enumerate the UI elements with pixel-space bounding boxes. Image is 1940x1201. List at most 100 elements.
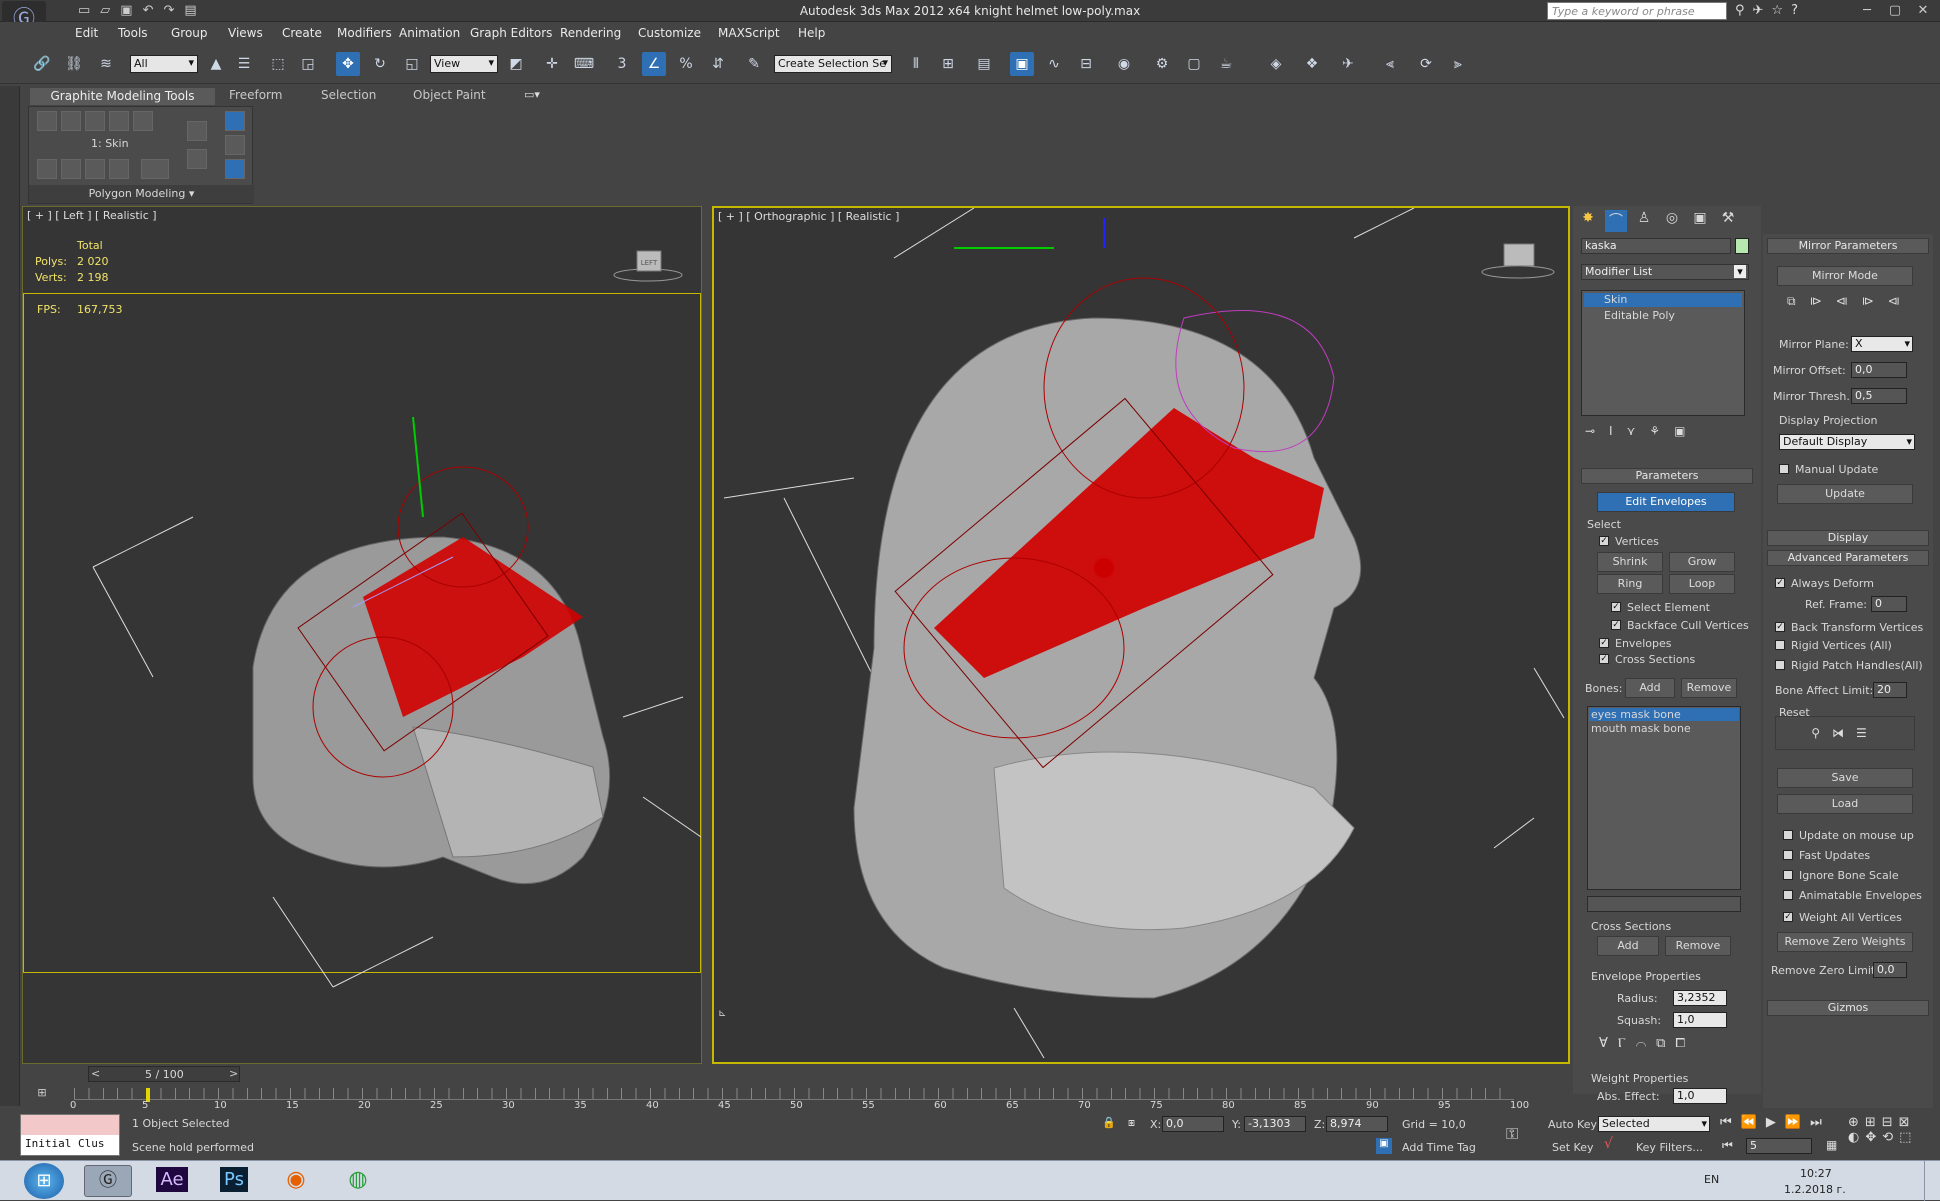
rigid-patch-checkbox[interactable] [1775, 660, 1785, 670]
select-move-icon[interactable]: ✥ [336, 52, 360, 76]
display-rollout-header[interactable]: Display [1767, 530, 1929, 546]
extra-tool-6-icon[interactable]: ⫸ [1446, 52, 1470, 76]
advanced-rollout-header[interactable]: Advanced Parameters [1767, 550, 1929, 566]
show-desktop-button[interactable] [1924, 1161, 1940, 1201]
create-tab-icon[interactable]: ✸ [1577, 210, 1599, 232]
bone-name-field[interactable] [1587, 896, 1741, 912]
save-button[interactable]: Save [1777, 768, 1913, 788]
unlink-icon[interactable]: ⛓ [62, 52, 86, 76]
menu-group[interactable]: Group [171, 26, 208, 40]
stack-item-editable-poly[interactable]: Editable Poly [1584, 309, 1742, 323]
time-prev-icon[interactable]: < [91, 1067, 100, 1080]
cross-sections-checkbox[interactable]: ✓ [1599, 654, 1609, 664]
squash-field[interactable]: 1,0 [1673, 1012, 1727, 1028]
weight-all-checkbox[interactable]: ✓ [1783, 912, 1793, 922]
ribbon-tool-12[interactable] [187, 149, 207, 169]
spinner-snap-icon[interactable]: ⇵ [706, 52, 730, 76]
mirror-mode-button[interactable]: Mirror Mode [1777, 266, 1913, 286]
ribbon-tool-9[interactable] [109, 159, 129, 179]
modifier-list-dropdown[interactable]: Modifier List ▾ [1581, 264, 1749, 280]
loop-button[interactable]: Loop [1669, 574, 1735, 594]
bone-affect-field[interactable]: 20 [1873, 682, 1907, 698]
current-frame-field[interactable]: 5 [1746, 1138, 1812, 1154]
ribbon-tool-5[interactable] [133, 111, 153, 131]
extra-tool-2-icon[interactable]: ❖ [1300, 52, 1324, 76]
infocenter-icons[interactable]: ⚲✈☆? [1735, 3, 1806, 18]
ribbon-tool-10[interactable] [141, 159, 169, 179]
keyboard-shortcut-icon[interactable]: ⌨ [572, 52, 596, 76]
taskbar-after-effects-icon[interactable]: Ae [148, 1165, 196, 1197]
x-coord-field[interactable]: 0,0 [1162, 1116, 1224, 1132]
left-scroll-strip[interactable] [0, 86, 20, 1106]
ring-button[interactable]: Ring [1597, 574, 1663, 594]
clock-date[interactable]: 1.2.2018 г. [1784, 1183, 1846, 1196]
tab-selection[interactable]: Selection [321, 88, 376, 102]
mirror-tools-icons[interactable]: ⧉⧐⧏⧐⧏ [1787, 294, 1914, 309]
edit-envelopes-button[interactable]: Edit Envelopes [1597, 492, 1735, 512]
remove-zero-weights-button[interactable]: Remove Zero Weights [1777, 932, 1913, 952]
taskbar-firefox-icon[interactable]: ◉ [272, 1165, 320, 1197]
ribbon-tool-4[interactable] [109, 111, 129, 131]
ribbon-tool-8[interactable] [85, 159, 105, 179]
select-manipulate-icon[interactable]: ✛ [540, 52, 564, 76]
mini-curve-toggle[interactable]: ⊞ [22, 1086, 62, 1108]
taskbar-photoshop-icon[interactable]: Ps [210, 1165, 258, 1197]
start-button-icon[interactable]: ⊞ [24, 1163, 64, 1199]
ribbon-tool-7[interactable] [61, 159, 81, 179]
radius-field[interactable]: 3,2352 [1673, 990, 1727, 1006]
pivot-icon[interactable]: ◩ [504, 52, 528, 76]
hierarchy-tab-icon[interactable]: ♙ [1633, 210, 1655, 232]
abs-effect-field[interactable]: 1,0 [1673, 1088, 1727, 1104]
mirror-params-header[interactable]: Mirror Parameters [1767, 238, 1929, 254]
menu-customize[interactable]: Customize [638, 26, 701, 40]
ribbon-tool-3[interactable] [85, 111, 105, 131]
load-button[interactable]: Load [1777, 794, 1913, 814]
rigid-vertices-checkbox[interactable] [1775, 640, 1785, 650]
display-tab-icon[interactable]: ▣ [1689, 210, 1711, 232]
extra-tool-1-icon[interactable]: ◈ [1264, 52, 1288, 76]
ribbon-tool-14[interactable] [225, 135, 245, 155]
menu-modifiers[interactable]: Modifiers [337, 26, 392, 40]
bind-spacewarp-icon[interactable]: ≋ [94, 52, 118, 76]
ref-frame-field[interactable]: 0 [1871, 596, 1907, 612]
key-mode-dropdown[interactable]: Selected ▾ [1598, 1116, 1710, 1132]
add-time-tag[interactable]: Add Time Tag [1402, 1141, 1476, 1154]
select-rotate-icon[interactable]: ↻ [368, 52, 392, 76]
back-transform-checkbox[interactable]: ✓ [1775, 622, 1785, 632]
time-slider[interactable]: < 5 / 100 > [88, 1066, 240, 1082]
menu-rendering[interactable]: Rendering [560, 26, 621, 40]
envelope-tools-icons[interactable]: ⱯⲄ⌒⧉⧠ [1599, 1036, 1695, 1051]
ribbon-tool-11[interactable] [187, 121, 207, 141]
polygon-modeling-dropdown[interactable]: Polygon Modeling ▾ [29, 185, 254, 203]
motion-tab-icon[interactable]: ◎ [1661, 210, 1683, 232]
named-selection-dropdown[interactable]: Create Selection Se [774, 55, 892, 73]
selection-filter-dropdown[interactable]: All [130, 55, 198, 73]
menu-tools[interactable]: Tools [118, 26, 148, 40]
auto-key-button[interactable]: Auto Key [1548, 1118, 1597, 1131]
absolute-mode-icon[interactable]: ⧆ [1128, 1116, 1135, 1130]
extra-tool-4-icon[interactable]: ⫷ [1378, 52, 1402, 76]
cs-add-button[interactable]: Add [1597, 936, 1659, 956]
mirror-offset-field[interactable]: 0,0 [1851, 362, 1907, 378]
menu-animation[interactable]: Animation [399, 26, 460, 40]
utilities-tab-icon[interactable]: ⚒ [1717, 210, 1739, 232]
graphite-toggle-icon[interactable]: ▣ [1010, 52, 1034, 76]
playback-controls[interactable]: ⏮⏪▶⏩⏭ [1720, 1115, 1831, 1130]
parameters-rollout-header[interactable]: Parameters [1581, 468, 1753, 484]
select-element-checkbox[interactable]: ✓ [1611, 602, 1621, 612]
key-mode-toggle-icon[interactable]: ⏮ [1722, 1138, 1733, 1153]
percent-snap-icon[interactable]: % [674, 52, 698, 76]
fast-updates-checkbox[interactable] [1783, 850, 1793, 860]
add-bone-button[interactable]: Add [1625, 678, 1675, 698]
schematic-view-icon[interactable]: ⊟ [1074, 52, 1098, 76]
update-button[interactable]: Update [1777, 484, 1913, 504]
ribbon-tool-6[interactable] [37, 159, 57, 179]
rendered-frame-icon[interactable]: ▢ [1182, 52, 1206, 76]
time-next-icon[interactable]: > [229, 1067, 238, 1080]
mirror-thresh-field[interactable]: 0,5 [1851, 388, 1907, 404]
search-field[interactable]: Type a keyword or phrase [1547, 2, 1727, 20]
language-indicator[interactable]: EN [1704, 1173, 1719, 1186]
tab-freeform[interactable]: Freeform [229, 88, 282, 102]
grow-button[interactable]: Grow [1669, 552, 1735, 572]
cs-remove-button[interactable]: Remove [1665, 936, 1731, 956]
